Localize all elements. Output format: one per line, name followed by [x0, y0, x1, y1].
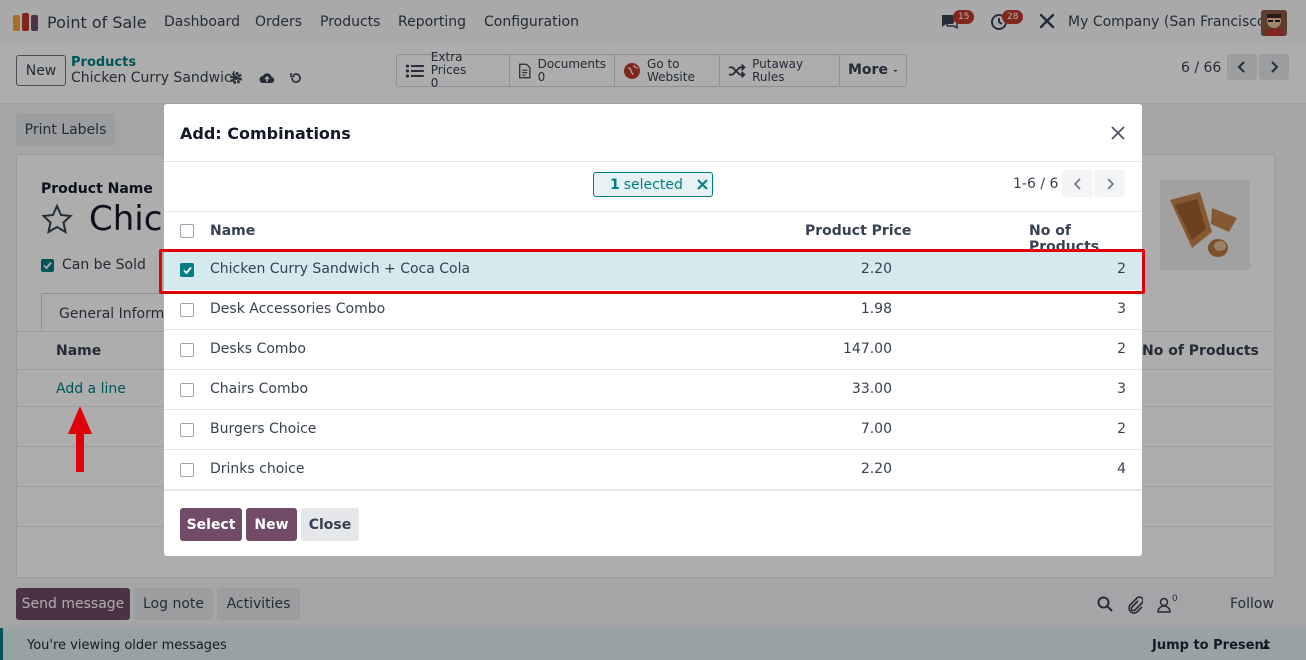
table-row[interactable]: Chairs Combo 33.00 3 — [164, 370, 1142, 410]
row-count: 3 — [1117, 301, 1126, 317]
clear-selection-icon[interactable] — [697, 179, 708, 190]
selected-count: 1 — [610, 176, 620, 193]
dialog-pager-value[interactable]: 1-6 / 6 — [1013, 176, 1058, 192]
row-count: 2 — [1117, 261, 1126, 277]
row-count: 2 — [1117, 421, 1126, 437]
column-header-product-price[interactable]: Product Price — [805, 223, 911, 239]
dialog-footer: Select New Close — [164, 490, 1142, 556]
row-checkbox[interactable] — [180, 383, 194, 397]
chevron-right-icon — [1106, 177, 1114, 190]
table-row[interactable]: Desk Accessories Combo 1.98 3 — [164, 290, 1142, 330]
column-header-name[interactable]: Name — [210, 223, 255, 239]
row-checkbox-checked[interactable] — [180, 263, 194, 277]
dialog-pager-previous[interactable] — [1062, 170, 1093, 197]
new-button[interactable]: New — [246, 508, 297, 541]
chevron-left-icon — [1073, 177, 1081, 190]
row-price: 1.98 — [860, 301, 892, 317]
row-name: Burgers Choice — [210, 421, 317, 437]
row-price: 2.20 — [860, 461, 892, 477]
annotation-arrow-icon — [68, 406, 92, 472]
table-header: Name Product Price No of Products — [164, 212, 1142, 255]
row-price: 147.00 — [843, 341, 892, 357]
table-row[interactable]: Desks Combo 147.00 2 — [164, 330, 1142, 370]
close-button[interactable]: Close — [301, 508, 359, 541]
row-name: Chairs Combo — [210, 381, 309, 397]
row-count: 4 — [1117, 461, 1126, 477]
select-button[interactable]: Select — [180, 508, 242, 541]
row-checkbox[interactable] — [180, 343, 194, 357]
row-name: Desk Accessories Combo — [210, 301, 386, 317]
row-name: Chicken Curry Sandwich + Coca Cola — [210, 261, 471, 277]
close-icon[interactable] — [1110, 125, 1126, 141]
row-name: Desks Combo — [210, 341, 306, 357]
row-price: 7.00 — [860, 421, 892, 437]
row-price: 2.20 — [860, 261, 892, 277]
row-name: Drinks choice — [210, 461, 305, 477]
selected-label: selected — [623, 176, 683, 193]
dialog-title: Add: Combinations — [180, 124, 351, 143]
table-row[interactable]: Drinks choice 2.20 4 — [164, 450, 1142, 490]
selected-records-badge[interactable]: 1 selected — [593, 172, 713, 197]
add-combinations-dialog: Add: Combinations 1 selected 1-6 / 6 Nam… — [159, 104, 1145, 556]
dialog-header: Add: Combinations — [164, 104, 1142, 162]
row-count: 3 — [1117, 381, 1126, 397]
row-count: 2 — [1117, 341, 1126, 357]
row-checkbox[interactable] — [180, 423, 194, 437]
row-price: 33.00 — [851, 381, 892, 397]
select-all-checkbox[interactable] — [180, 224, 194, 238]
row-checkbox[interactable] — [180, 303, 194, 317]
dialog-pager-next[interactable] — [1094, 170, 1125, 197]
table-row[interactable]: Chicken Curry Sandwich + Coca Cola 2.20 … — [164, 250, 1142, 290]
row-checkbox[interactable] — [180, 463, 194, 477]
checkmark-icon — [183, 266, 192, 275]
table-row[interactable]: Burgers Choice 7.00 2 — [164, 410, 1142, 450]
dialog-search-row: 1 selected 1-6 / 6 — [164, 162, 1142, 212]
